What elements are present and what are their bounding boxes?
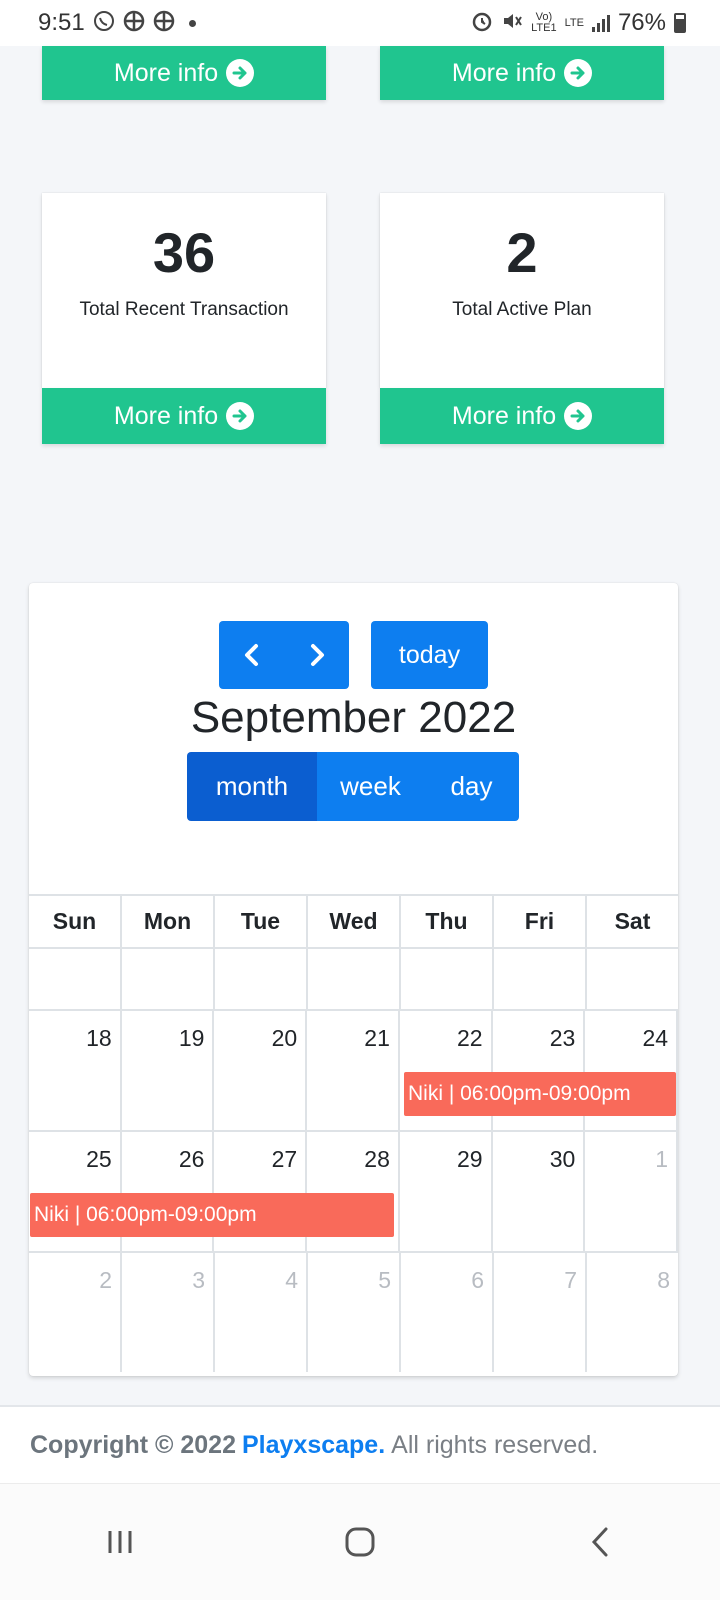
- week-row: 25 26 27 28 29 30 1 Niki | 06:00pm-09:00…: [29, 1132, 679, 1253]
- day-cell[interactable]: [401, 949, 494, 1009]
- calendar-event[interactable]: Niki | 06:00pm-09:00pm: [404, 1072, 676, 1116]
- system-nav-bar: [0, 1483, 720, 1600]
- day-cell[interactable]: [308, 949, 401, 1009]
- calendar-event[interactable]: Niki | 06:00pm-09:00pm: [30, 1193, 394, 1237]
- calendar-card: today September 2022 month week day Sun …: [29, 583, 679, 1376]
- weekday-label: Mon: [122, 896, 215, 947]
- calendar-grid: Sun Mon Tue Wed Thu Fri Sat 18 19 20 21 …: [29, 894, 679, 1372]
- day-cell[interactable]: [122, 949, 215, 1009]
- prev-button[interactable]: [219, 621, 284, 689]
- day-cell[interactable]: 7: [494, 1253, 587, 1372]
- day-cell[interactable]: 30: [493, 1132, 586, 1251]
- day-cell[interactable]: 1: [585, 1132, 679, 1251]
- stat-label: Total Active Plan: [452, 299, 592, 320]
- day-cell[interactable]: 2: [29, 1253, 122, 1372]
- back-icon: [591, 1527, 608, 1557]
- alarm-icon: [471, 10, 493, 36]
- stat-box-active-plan: 2 Total Active Plan: [380, 193, 664, 388]
- recent-apps-button[interactable]: [90, 1512, 150, 1572]
- app-notification-icon: [123, 10, 145, 36]
- next-button[interactable]: [284, 621, 349, 689]
- whatsapp-icon: [93, 10, 115, 36]
- chevron-left-icon: [244, 644, 258, 666]
- more-notifications-dot: [188, 19, 196, 27]
- home-icon: [345, 1527, 375, 1557]
- more-info-button[interactable]: More info: [42, 46, 326, 100]
- page-footer: Copyright © 2022 Playxscape. All rights …: [0, 1405, 720, 1483]
- arrow-right-circle-icon: [564, 402, 593, 430]
- day-cell[interactable]: 21: [307, 1011, 400, 1130]
- more-info-button[interactable]: More info: [380, 46, 664, 100]
- day-cell[interactable]: 3: [122, 1253, 215, 1372]
- day-cell[interactable]: 5: [308, 1253, 401, 1372]
- day-cell[interactable]: [587, 949, 678, 1009]
- day-cell[interactable]: 8: [587, 1253, 678, 1372]
- view-week-button[interactable]: week: [317, 752, 424, 821]
- app-notification-icon: [153, 10, 175, 36]
- status-bar: 9:51 Vo) LTE1 LTE 76%: [0, 0, 720, 46]
- more-info-label: More info: [451, 58, 557, 87]
- day-cell[interactable]: [215, 949, 308, 1009]
- weekday-label: Fri: [494, 896, 587, 947]
- more-info-label: More info: [451, 401, 557, 430]
- arrow-right-circle-icon: [564, 59, 593, 87]
- week-row: 18 19 20 21 22 23 24 Niki | 06:00pm-09:0…: [29, 1011, 679, 1132]
- status-time: 9:51: [38, 9, 85, 36]
- calendar-nav-group: [219, 621, 349, 689]
- arrow-right-circle-icon: [226, 59, 255, 87]
- stat-box-transactions: 36 Total Recent Transaction: [42, 193, 326, 388]
- view-day-button[interactable]: day: [424, 752, 519, 821]
- stat-value: 36: [152, 221, 216, 284]
- day-cell[interactable]: 29: [400, 1132, 493, 1251]
- weekday-label: Sun: [29, 896, 122, 947]
- weekday-label: Wed: [308, 896, 401, 947]
- weekday-label: Tue: [215, 896, 308, 947]
- stat-value: 2: [506, 221, 538, 284]
- day-cell[interactable]: 19: [122, 1011, 215, 1130]
- stat-label: Total Recent Transaction: [79, 299, 289, 320]
- volte-icon: Vo) LTE1: [531, 11, 557, 34]
- signal-icon: [591, 14, 610, 32]
- battery-icon: [674, 13, 686, 33]
- view-switcher: month week day: [187, 752, 519, 821]
- weekday-label: Thu: [401, 896, 494, 947]
- more-info-label: More info: [113, 58, 219, 87]
- today-button[interactable]: today: [371, 621, 488, 689]
- more-info-button[interactable]: More info: [380, 388, 664, 444]
- chevron-right-icon: [310, 644, 324, 666]
- day-cell[interactable]: 20: [214, 1011, 308, 1130]
- home-button[interactable]: [330, 1512, 390, 1572]
- battery-percent: 76%: [617, 9, 666, 36]
- week-row: [29, 949, 678, 1011]
- mute-icon: [501, 10, 523, 36]
- recent-apps-icon: [108, 1531, 132, 1553]
- day-cell[interactable]: 4: [215, 1253, 308, 1372]
- weekday-label: Sat: [614, 908, 651, 934]
- back-button[interactable]: [570, 1512, 630, 1572]
- network-type: LTE: [564, 16, 584, 29]
- day-cell[interactable]: [494, 949, 587, 1009]
- week-row: 2 3 4 5 6 7 8: [29, 1253, 678, 1372]
- more-info-button[interactable]: More info: [42, 388, 326, 444]
- calendar-title: September 2022: [190, 693, 517, 742]
- rights-text: All rights reserved.: [391, 1430, 599, 1459]
- more-info-label: More info: [113, 401, 219, 430]
- copyright-text: Copyright © 2022: [30, 1430, 236, 1459]
- arrow-right-circle-icon: [226, 402, 255, 430]
- day-cell[interactable]: 6: [401, 1253, 494, 1372]
- day-cell[interactable]: 18: [29, 1011, 122, 1130]
- view-month-button[interactable]: month: [187, 752, 317, 821]
- brand-link[interactable]: Playxscape.: [242, 1431, 385, 1460]
- day-cell[interactable]: [29, 949, 122, 1009]
- weekday-header: Sun Mon Tue Wed Thu Fri Sat: [29, 894, 678, 949]
